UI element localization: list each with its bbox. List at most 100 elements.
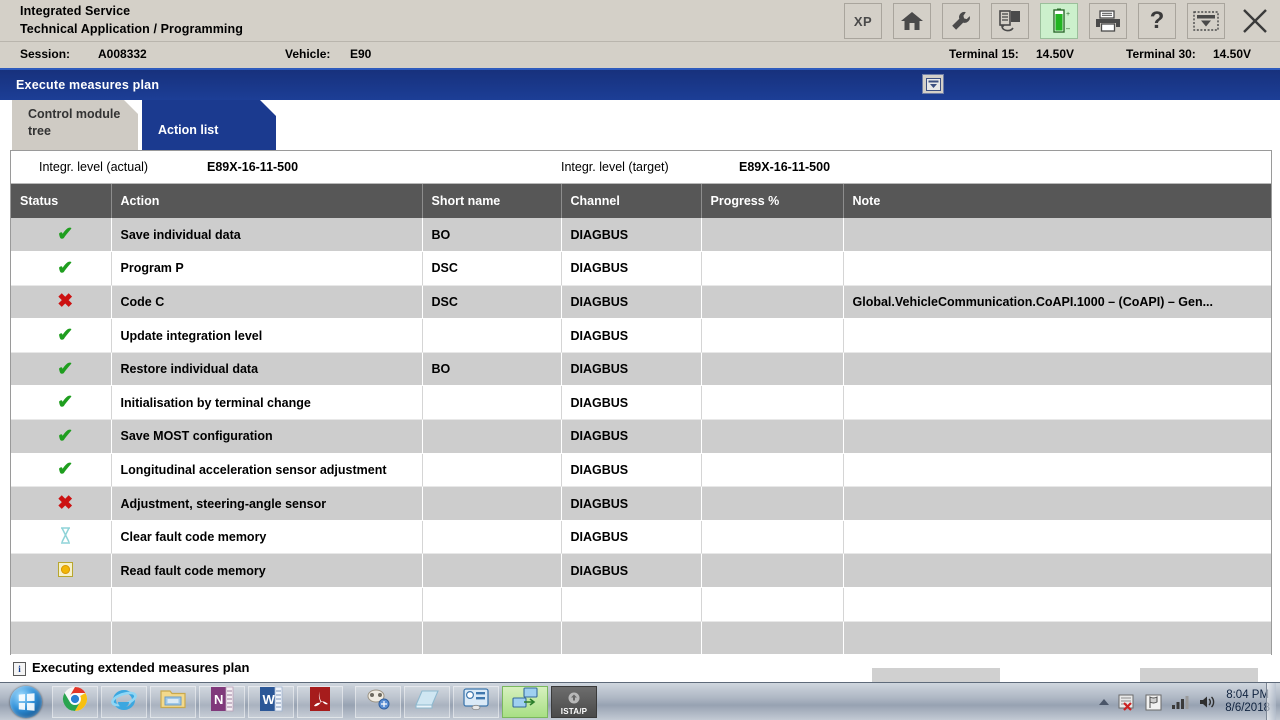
cell-status: ✔ [11,252,111,286]
info-icon: i [13,662,26,676]
cell-action: Adjustment, steering-angle sensor [111,487,422,521]
status-ok-icon: ✔ [57,224,73,245]
cell-channel: DIAGBUS [561,386,701,420]
integration-target-label: Integr. level (target) [561,160,669,174]
svg-text:+: + [1066,11,1070,18]
table-row[interactable]: ✔Update integration levelDIAGBUS [11,319,1271,353]
cell-note: Global.VehicleCommunication.CoAPI.1000 –… [843,285,1271,319]
close-button[interactable] [1236,3,1274,39]
cell-short-name [422,420,561,454]
home-button[interactable] [893,3,931,39]
antivirus-alert-icon[interactable] [1118,694,1136,711]
status-ok-icon: ✔ [57,325,73,346]
tab-action-list[interactable]: Action list [142,100,276,150]
session-value: A008332 [98,47,147,61]
table-body: ✔Save individual dataBODIAGBUS✔Program P… [11,218,1271,655]
table-header: Status Action Short name Channel Progres… [11,184,1271,218]
cell-note [843,520,1271,554]
notepad-icon [413,687,441,716]
cell-note [843,453,1271,487]
header-toolbar: XP [844,3,1274,39]
status-ok-icon: ✔ [57,392,73,413]
column-header-channel[interactable]: Channel [561,184,701,218]
table-row[interactable]: ✔Save individual dataBODIAGBUS [11,218,1271,252]
application-header: Integrated Service Technical Application… [0,0,1280,42]
cell-short-name [422,487,561,521]
cell-note [843,588,1271,622]
tab-control-module-tree-label: Control module tree [28,107,120,138]
table-row[interactable]: ✔Restore individual dataBODIAGBUS [11,352,1271,386]
session-label: Session: [20,47,70,61]
diagnostics-icon [462,687,490,716]
collapse-down-small-icon [926,78,941,91]
action-center-flag-icon[interactable] [1145,694,1162,711]
cell-action: Longitudinal acceleration sensor adjustm… [111,453,422,487]
taskbar-onenote[interactable]: N [199,686,245,718]
table-row[interactable]: ✖Code CDSCDIAGBUSGlobal.VehicleCommunica… [11,285,1271,319]
column-header-action[interactable]: Action [111,184,422,218]
table-header-row: Status Action Short name Channel Progres… [11,184,1271,218]
column-header-progress[interactable]: Progress % [701,184,843,218]
terminal15-value: 14.50V [1036,47,1074,61]
clock[interactable]: 8:04 PM 8/6/2018 [1225,689,1270,715]
cell-note [843,352,1271,386]
table-row[interactable]: ✔Program PDSCDIAGBUS [11,252,1271,286]
tab-control-module-tree[interactable]: Control module tree [12,100,138,150]
table-row[interactable]: Read fault code memoryDIAGBUS [11,554,1271,588]
cell-action: Read fault code memory [111,554,422,588]
help-button[interactable]: ? [1138,3,1176,39]
print-button[interactable] [1089,3,1127,39]
documents-refresh-button[interactable] [991,3,1029,39]
terminal30-value: 14.50V [1213,47,1251,61]
table-row[interactable]: ✖Adjustment, steering-angle sensorDIAGBU… [11,487,1271,521]
taskbar-adobe-acrobat[interactable] [297,686,343,718]
network-signal-icon[interactable] [1171,694,1189,710]
cell-action: Save individual data [111,218,422,252]
show-hidden-icons-icon[interactable] [1099,699,1109,705]
battery-status-button[interactable]: + – [1040,3,1078,39]
taskbar-internet-explorer[interactable] [101,686,147,718]
titlebar-collapse-icon[interactable] [922,74,944,94]
taskbar-chrome[interactable] [52,686,98,718]
cell-action: Program P [111,252,422,286]
column-header-short-name[interactable]: Short name [422,184,561,218]
question-mark-icon: ? [1150,9,1165,33]
column-header-status[interactable]: Status [11,184,111,218]
column-header-note[interactable]: Note [843,184,1271,218]
start-button[interactable] [3,685,49,719]
taskbar-word[interactable]: W [248,686,294,718]
system-tray: 8:04 PM 8/6/2018 [1099,683,1276,720]
cell-progress [701,588,843,622]
table-row[interactable]: ✔Save MOST configurationDIAGBUS [11,420,1271,454]
taskbar-remote-desktop[interactable] [502,686,548,718]
taskbar-notepad[interactable] [404,686,450,718]
cell-channel: DIAGBUS [561,218,701,252]
taskbar-diagnostics[interactable] [453,686,499,718]
xp-button[interactable]: XP [844,3,882,39]
cell-channel [561,588,701,622]
table-row[interactable] [11,621,1271,655]
volume-icon[interactable] [1198,694,1216,710]
network-tool-icon [364,686,392,717]
table-row[interactable] [11,588,1271,622]
table-row[interactable]: Clear fault code memoryDIAGBUS [11,520,1271,554]
status-pending-icon [58,562,73,577]
cell-channel: DIAGBUS [561,252,701,286]
wrench-settings-button[interactable] [942,3,980,39]
taskbar-network-tool[interactable] [355,686,401,718]
cell-action: Clear fault code memory [111,520,422,554]
cell-action [111,588,422,622]
cell-status: ✔ [11,319,111,353]
taskbar-ista-p[interactable]: ISTA/P [551,686,597,718]
minimize-panel-button[interactable] [1187,3,1225,39]
taskbar-file-explorer[interactable] [150,686,196,718]
cell-short-name [422,453,561,487]
remote-desktop-icon [511,687,539,716]
show-desktop-button[interactable] [1266,683,1276,720]
table-row[interactable]: ✔Longitudinal acceleration sensor adjust… [11,453,1271,487]
cell-channel: DIAGBUS [561,319,701,353]
integration-level-row: Integr. level (actual) E89X-16-11-500 In… [11,151,1271,184]
table-row[interactable]: ✔Initialisation by terminal changeDIAGBU… [11,386,1271,420]
cell-short-name [422,554,561,588]
cell-status: ✔ [11,352,111,386]
